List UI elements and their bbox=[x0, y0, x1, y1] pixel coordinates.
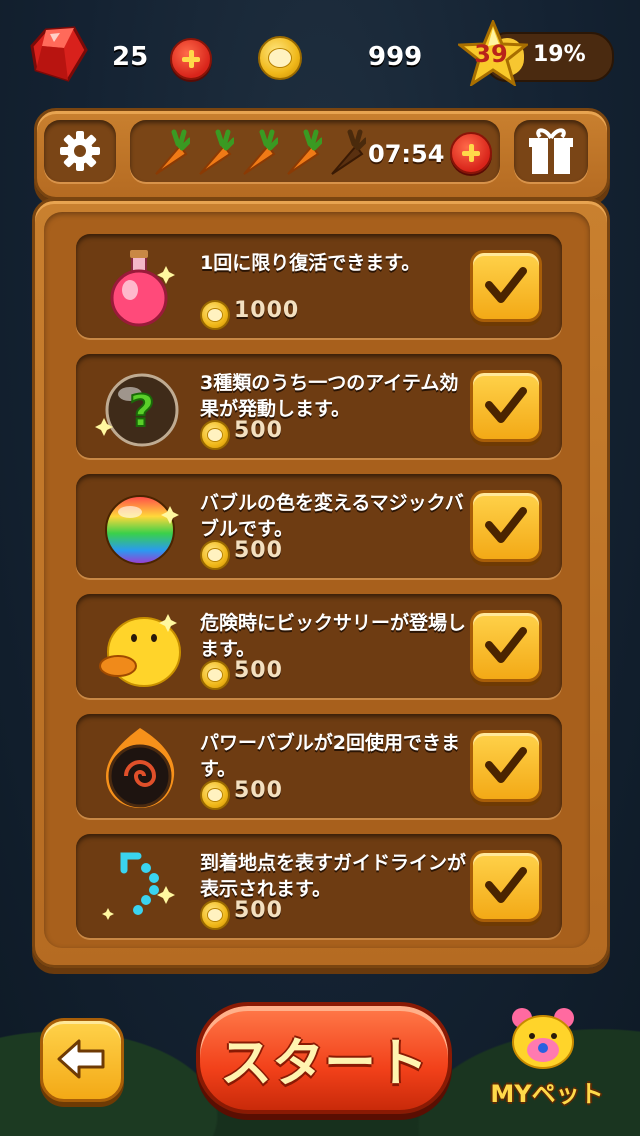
check-icon bbox=[485, 507, 527, 543]
back-arrow-icon bbox=[57, 1039, 105, 1079]
item-description: 3種類のうち一つのアイテム効果が発動します。 bbox=[200, 372, 459, 420]
item-row-big-sally[interactable]: 危険時にビックサリーが登場します。 500 bbox=[76, 594, 562, 698]
item-description: 到着地点を表すガイドラインが表示されます。 bbox=[200, 852, 467, 900]
item-check-button[interactable] bbox=[470, 250, 542, 322]
item-row-guide-line[interactable]: 到着地点を表すガイドラインが表示されます。 500 bbox=[76, 834, 562, 938]
settings-button[interactable] bbox=[44, 120, 116, 182]
add-gems-button[interactable] bbox=[170, 38, 212, 80]
coin-icon bbox=[200, 420, 230, 450]
gift-button[interactable] bbox=[514, 120, 588, 182]
item-row-mystery[interactable]: ? 3種類のうち一つのアイテム効果が発動します。 500 bbox=[76, 354, 562, 458]
start-button[interactable]: スタート bbox=[196, 1002, 452, 1114]
check-icon bbox=[485, 867, 527, 903]
item-row-magic-bubble[interactable]: バブルの色を変えるマジックバブルです。 500 bbox=[76, 474, 562, 578]
power-bubble-icon bbox=[106, 728, 175, 808]
carrot-icon bbox=[243, 129, 278, 175]
energy-timer: 07:54 bbox=[368, 140, 445, 168]
item-check-button[interactable] bbox=[470, 610, 542, 682]
gem-count: 25 bbox=[112, 42, 149, 72]
coin-icon bbox=[200, 780, 230, 810]
item-check-button[interactable] bbox=[470, 370, 542, 442]
rainbow-bubble-icon bbox=[105, 495, 179, 565]
ruby-gem-icon bbox=[30, 26, 88, 82]
check-icon bbox=[485, 267, 527, 303]
item-check-button[interactable] bbox=[470, 850, 542, 922]
carrot-icon bbox=[199, 129, 234, 175]
mystery-bubble-icon: ? bbox=[95, 373, 179, 447]
back-button[interactable] bbox=[40, 1018, 124, 1102]
carrot-icon bbox=[287, 129, 322, 175]
coin-icon bbox=[200, 660, 230, 690]
empty-carrot-icon bbox=[331, 129, 366, 175]
coin-icon bbox=[258, 36, 302, 80]
coin-count: 999 bbox=[368, 42, 423, 72]
coin-icon bbox=[200, 300, 230, 330]
item-row-revive[interactable]: 1回に限り復活できます。 1000 bbox=[76, 234, 562, 338]
check-icon bbox=[485, 387, 527, 423]
item-description: 1回に限り復活できます。 bbox=[200, 252, 421, 274]
top-status-bar: 25 999 39 19% bbox=[0, 0, 640, 110]
item-check-button[interactable] bbox=[470, 490, 542, 562]
potion-icon bbox=[110, 250, 175, 327]
item-description: 危険時にビックサリーが登場します。 bbox=[200, 612, 467, 660]
pet-bear-icon[interactable] bbox=[508, 1004, 578, 1070]
item-description: バブルの色を変えるマジックバブルです。 bbox=[200, 492, 464, 540]
item-row-power-bubble[interactable]: パワーバブルが2回使用できます。 500 bbox=[76, 714, 562, 818]
check-icon bbox=[485, 627, 527, 663]
carrot-icon bbox=[155, 129, 190, 175]
coin-icon bbox=[200, 540, 230, 570]
my-pet-label[interactable]: MYペット bbox=[484, 1074, 610, 1109]
level-number: 39 bbox=[474, 40, 508, 68]
coin-icon bbox=[200, 900, 230, 930]
check-icon bbox=[485, 747, 527, 783]
level-percent: 19% bbox=[533, 42, 586, 67]
gift-icon bbox=[529, 128, 573, 174]
add-energy-button[interactable] bbox=[450, 132, 492, 174]
sally-chick-icon bbox=[99, 614, 181, 687]
item-description: パワーバブルが2回使用できます。 bbox=[200, 732, 461, 780]
item-check-button[interactable] bbox=[470, 730, 542, 802]
guide-line-icon bbox=[102, 852, 175, 920]
svg-text:?: ? bbox=[129, 386, 155, 437]
gear-icon bbox=[60, 131, 100, 171]
